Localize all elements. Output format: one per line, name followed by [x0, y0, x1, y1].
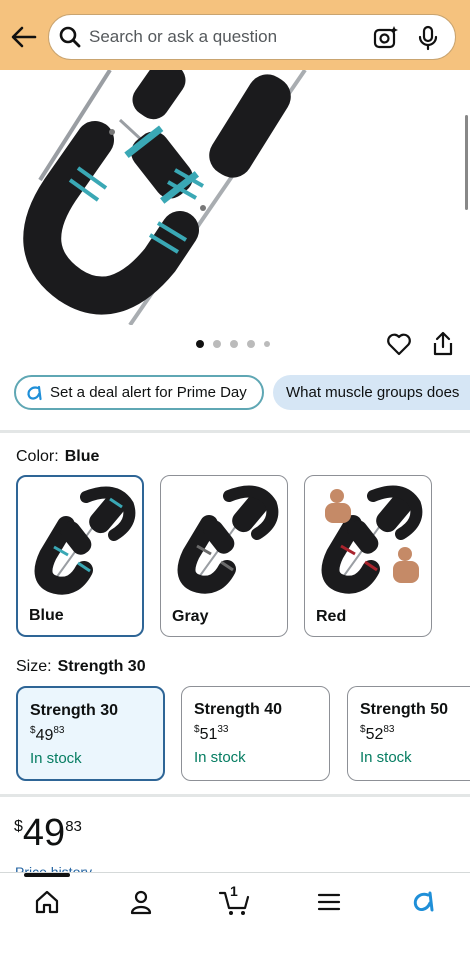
- stock-status: In stock: [194, 749, 246, 766]
- carousel-dot[interactable]: [247, 340, 255, 348]
- carousel-dot[interactable]: [264, 341, 270, 347]
- search-icon: [59, 26, 81, 48]
- price-symbol: $: [14, 818, 23, 835]
- size-section-label: Size: Strength 30: [16, 658, 146, 676]
- price-whole: 49: [22, 812, 66, 854]
- size-option-price: $5133: [194, 724, 329, 744]
- account-icon[interactable]: [121, 887, 161, 917]
- color-section-label: Color: Blue: [16, 448, 99, 466]
- size-option-strength-30[interactable]: Strength 30 $4983 In stock: [16, 686, 165, 781]
- selected-size: Strength 30: [57, 658, 146, 675]
- camera-lens-icon[interactable]: [373, 25, 399, 51]
- price-fraction: 83: [53, 725, 65, 736]
- image-carousel-dots[interactable]: [196, 340, 270, 348]
- carousel-dot[interactable]: [230, 340, 238, 348]
- price-whole: 49: [35, 727, 54, 744]
- stock-status: In stock: [360, 749, 412, 766]
- swatch-label: Gray: [172, 608, 209, 625]
- swatch-label: Blue: [29, 607, 64, 624]
- carousel-dot[interactable]: [213, 340, 221, 348]
- size-option-name: Strength 30: [30, 702, 119, 719]
- price-whole: 52: [365, 726, 384, 743]
- share-icon[interactable]: [431, 331, 455, 357]
- size-option-strength-50[interactable]: Strength 50 $5283 In stock: [347, 686, 470, 781]
- size-option-name: Strength 40: [194, 701, 283, 718]
- top-search-bar: [0, 0, 470, 70]
- rufus-assistant-icon[interactable]: [403, 887, 443, 917]
- image-scrollbar[interactable]: [465, 115, 468, 210]
- price-fraction: 33: [217, 724, 229, 735]
- swatch-label: Red: [316, 608, 347, 625]
- back-arrow-icon[interactable]: [9, 22, 39, 52]
- price-symbol: $: [360, 724, 366, 735]
- menu-icon[interactable]: [309, 887, 349, 917]
- color-swatch-red[interactable]: Red: [304, 475, 432, 637]
- size-option-price: $4983: [30, 725, 163, 745]
- size-option-price: $5283: [360, 724, 470, 744]
- price-symbol: $: [30, 725, 36, 736]
- size-label: Size:: [16, 658, 52, 675]
- cart-icon[interactable]: 1: [215, 883, 255, 917]
- price-fraction: 83: [65, 818, 82, 835]
- suggestion-chips: Set a deal alert for Prime Day What musc…: [14, 375, 470, 411]
- search-box[interactable]: [48, 14, 456, 60]
- divider: [0, 794, 470, 797]
- home-icon[interactable]: [27, 887, 67, 917]
- size-option-name: Strength 50: [360, 701, 449, 718]
- price-symbol: $: [194, 724, 200, 735]
- rufus-icon: [26, 385, 42, 401]
- deal-alert-label: Set a deal alert for Prime Day: [50, 384, 247, 401]
- color-label: Color:: [16, 448, 59, 465]
- cart-count-badge: 1: [230, 883, 238, 899]
- heart-icon[interactable]: [386, 331, 412, 357]
- microphone-icon[interactable]: [415, 25, 441, 51]
- selected-color: Blue: [64, 448, 100, 465]
- price-fraction: 83: [383, 724, 395, 735]
- color-swatch-gray[interactable]: Gray: [160, 475, 288, 637]
- question-chip[interactable]: What muscle groups does: [273, 375, 470, 410]
- deal-alert-chip[interactable]: Set a deal alert for Prime Day: [14, 375, 264, 410]
- bottom-navigation: 1: [0, 872, 470, 960]
- product-image[interactable]: [0, 70, 470, 325]
- price-whole: 51: [199, 726, 218, 743]
- carousel-dot[interactable]: [196, 340, 204, 348]
- size-option-strength-40[interactable]: Strength 40 $5133 In stock: [181, 686, 330, 781]
- question-label: What muscle groups does: [286, 384, 460, 401]
- divider: [0, 430, 470, 433]
- product-price: $ 49 83: [14, 812, 82, 855]
- active-tab-indicator: [24, 873, 70, 877]
- search-input[interactable]: [89, 27, 359, 47]
- stock-status: In stock: [30, 750, 82, 767]
- color-swatch-blue[interactable]: Blue: [16, 475, 144, 637]
